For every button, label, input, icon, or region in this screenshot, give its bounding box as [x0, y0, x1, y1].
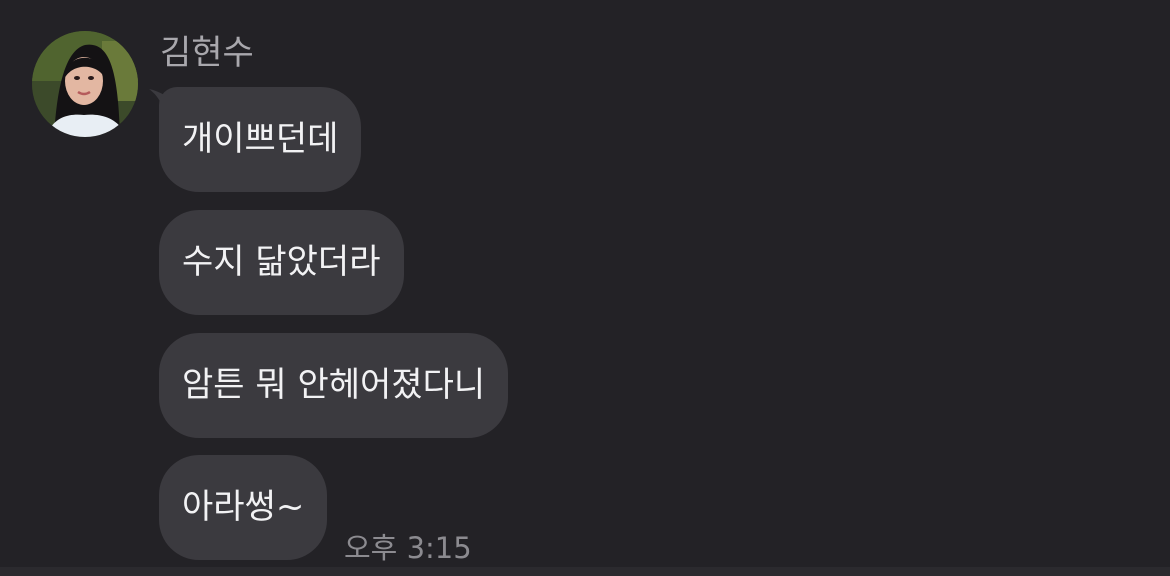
message-bubble[interactable]: 아라썽~: [159, 455, 328, 560]
avatar-photo: [32, 31, 138, 137]
sender-name: 김현수: [160, 33, 254, 73]
sender-avatar[interactable]: [32, 31, 138, 137]
message-bubble[interactable]: 개이쁘던데: [159, 87, 362, 192]
message-bubble[interactable]: 수지 닮았더라: [159, 210, 404, 315]
chat-thread: 김현수 개이쁘던데 수지 닮았더라 암튼 뭐 안헤어졌다니 아라썽~ 오후 3:…: [0, 0, 1170, 576]
bottom-divider: [0, 567, 1170, 576]
message-timestamp: 오후 3:15: [344, 531, 472, 565]
message-bubble[interactable]: 암튼 뭐 안헤어졌다니: [159, 333, 509, 438]
